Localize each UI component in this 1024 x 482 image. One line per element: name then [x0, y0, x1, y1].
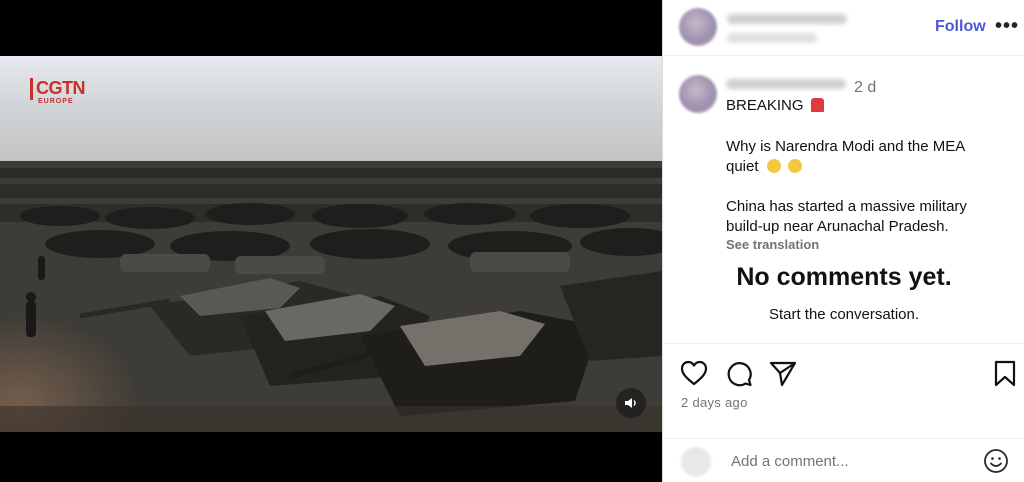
logo-subtext: EUROPE [38, 98, 74, 105]
follow-button[interactable]: Follow [935, 18, 986, 36]
caption-breaking: BREAKING [726, 97, 804, 114]
current-user-avatar [681, 447, 711, 477]
post-side-panel: Follow ••• 2 d BREAKING Why is Narendra … [662, 0, 1024, 482]
shushing-face-emoji-icon [766, 159, 781, 173]
speaker-icon [625, 398, 636, 408]
mute-button[interactable] [616, 388, 646, 418]
author-username-redacted[interactable] [727, 14, 847, 24]
channel-logo: CGTN EUROPE [30, 78, 86, 105]
logo-text: CGTN [36, 78, 86, 98]
post-time[interactable]: 2 d [854, 79, 876, 97]
see-translation-link[interactable]: See translation [726, 237, 819, 252]
video-frame [0, 56, 662, 432]
comment-icon[interactable] [725, 360, 753, 388]
commenter-avatar[interactable] [679, 75, 717, 113]
caption-username-redacted[interactable] [726, 79, 846, 89]
caption-quiet: quiet [726, 158, 759, 175]
no-comments-title: No comments yet. [736, 263, 952, 291]
caption-line: Why is Narendra Modi and the MEA [726, 138, 966, 155]
no-comments-subtitle: Start the conversation. [768, 306, 920, 323]
audio-label-redacted [727, 33, 817, 43]
logo-bar [30, 78, 33, 100]
caption-line: China has started a massive military [726, 198, 967, 215]
post-actions: 2 days ago [663, 345, 1024, 425]
zipper-mouth-face-emoji-icon [787, 159, 802, 173]
posted-ago[interactable]: 2 days ago [681, 395, 748, 410]
caption-section: 2 d BREAKING Why is Narendra Modi and th… [663, 57, 1024, 344]
video-player[interactable] [0, 56, 662, 432]
post-media: CGTN EUROPE [0, 0, 662, 482]
add-comment-bar [663, 438, 1024, 482]
comment-input[interactable] [731, 453, 961, 470]
smiley-icon[interactable] [983, 448, 1009, 474]
post-header: Follow ••• [663, 0, 1024, 56]
send-icon[interactable] [769, 360, 797, 388]
bookmark-icon[interactable] [993, 360, 1017, 388]
author-avatar[interactable] [679, 8, 717, 46]
caption-line: BREAKING [726, 96, 1016, 116]
more-options-icon[interactable]: ••• [995, 16, 1019, 36]
caption-line: build-up near Arunachal Pradesh. [726, 218, 949, 235]
caption-line: quiet [726, 157, 1016, 177]
siren-emoji-icon [810, 98, 824, 112]
heart-icon[interactable] [680, 360, 708, 386]
